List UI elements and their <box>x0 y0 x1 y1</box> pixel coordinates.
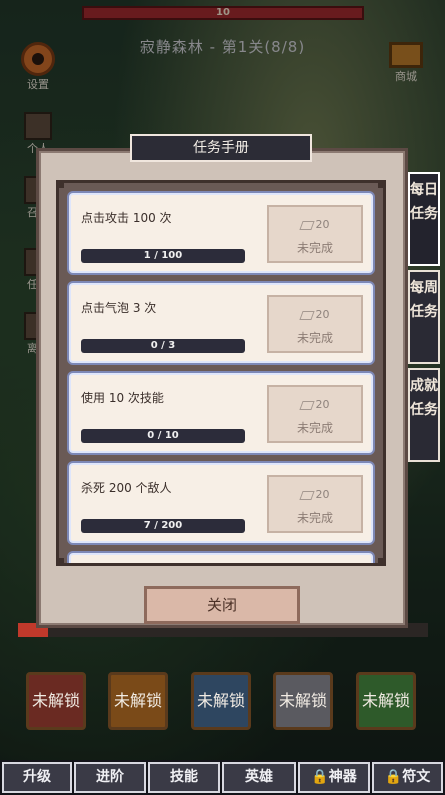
close-button[interactable]: 关闭 <box>144 586 300 624</box>
tab-daily-tasks[interactable]: 每日任务 <box>408 172 440 266</box>
nav-artifacts-label: 神器 <box>328 769 357 785</box>
corner-ornament <box>59 558 64 563</box>
task-status: 未完成 <box>296 421 333 435</box>
skill-slot-5[interactable]: 未解锁 <box>356 672 416 730</box>
claim-reward-button[interactable]: 20 未完成 <box>267 385 363 443</box>
nav-skills[interactable]: 技能 <box>148 762 220 793</box>
task-status: 未完成 <box>296 241 333 255</box>
task-progress-bar: 0 / 3 <box>81 339 245 353</box>
task-name: 点击气泡 3 次 <box>81 301 157 315</box>
diamond-icon <box>298 490 315 500</box>
task-progress-bar: 0 / 10 <box>81 429 245 443</box>
skill-slot-2[interactable]: 未解锁 <box>108 672 168 730</box>
diamond-icon <box>298 400 315 410</box>
nav-artifacts[interactable]: 🔒神器 <box>298 762 370 793</box>
skill-slot-4[interactable]: 未解锁 <box>273 672 333 730</box>
task-status: 未完成 <box>296 331 333 345</box>
nav-runes[interactable]: 🔒符文 <box>372 762 443 793</box>
task-status: 未完成 <box>296 511 333 525</box>
reward-amount: 20 <box>315 398 330 411</box>
dialog-title: 任务手册 <box>130 134 312 162</box>
task-item: 使用 10 次技能 0 / 10 20 未完成 <box>67 371 375 455</box>
corner-ornament <box>59 183 64 188</box>
skill-slot-1[interactable]: 未解锁 <box>26 672 86 730</box>
diamond-icon <box>298 220 315 230</box>
task-name: 使用 10 次技能 <box>81 391 164 405</box>
reward-amount: 20 <box>315 308 330 321</box>
claim-reward-button[interactable]: 20 未完成 <box>267 295 363 353</box>
reward-amount: 20 <box>315 488 330 501</box>
lock-icon: 🔒 <box>311 769 329 785</box>
claim-reward-button[interactable]: 20 未完成 <box>267 475 363 533</box>
claim-reward-button[interactable]: 20 未完成 <box>267 205 363 263</box>
task-list[interactable]: 点击攻击 100 次 1 / 100 20 未完成 点击气泡 3 次 0 / 3… <box>56 180 386 566</box>
task-name: 点击攻击 100 次 <box>81 211 172 225</box>
nav-heroes[interactable]: 英雄 <box>222 762 296 793</box>
skill-slot-3[interactable]: 未解锁 <box>191 672 251 730</box>
task-item: 点击攻击 100 次 1 / 100 20 未完成 <box>67 191 375 275</box>
task-item: 点击气泡 3 次 0 / 3 20 未完成 <box>67 281 375 365</box>
task-progress-bar: 1 / 100 <box>81 249 245 263</box>
tab-achievement-tasks[interactable]: 成就任务 <box>408 368 440 462</box>
nav-advance[interactable]: 进阶 <box>74 762 146 793</box>
diamond-icon <box>298 310 315 320</box>
tab-weekly-tasks[interactable]: 每周任务 <box>408 270 440 364</box>
corner-ornament <box>378 183 383 188</box>
corner-ornament <box>378 558 383 563</box>
nav-runes-label: 符文 <box>402 769 431 785</box>
task-item-partial <box>67 551 375 563</box>
reward-amount: 20 <box>315 218 330 231</box>
task-name: 杀死 200 个敌人 <box>81 481 172 495</box>
task-item: 杀死 200 个敌人 7 / 200 20 未完成 <box>67 461 375 545</box>
lock-icon: 🔒 <box>384 769 403 785</box>
task-progress-bar: 7 / 200 <box>81 519 245 533</box>
nav-upgrade[interactable]: 升级 <box>2 762 72 793</box>
